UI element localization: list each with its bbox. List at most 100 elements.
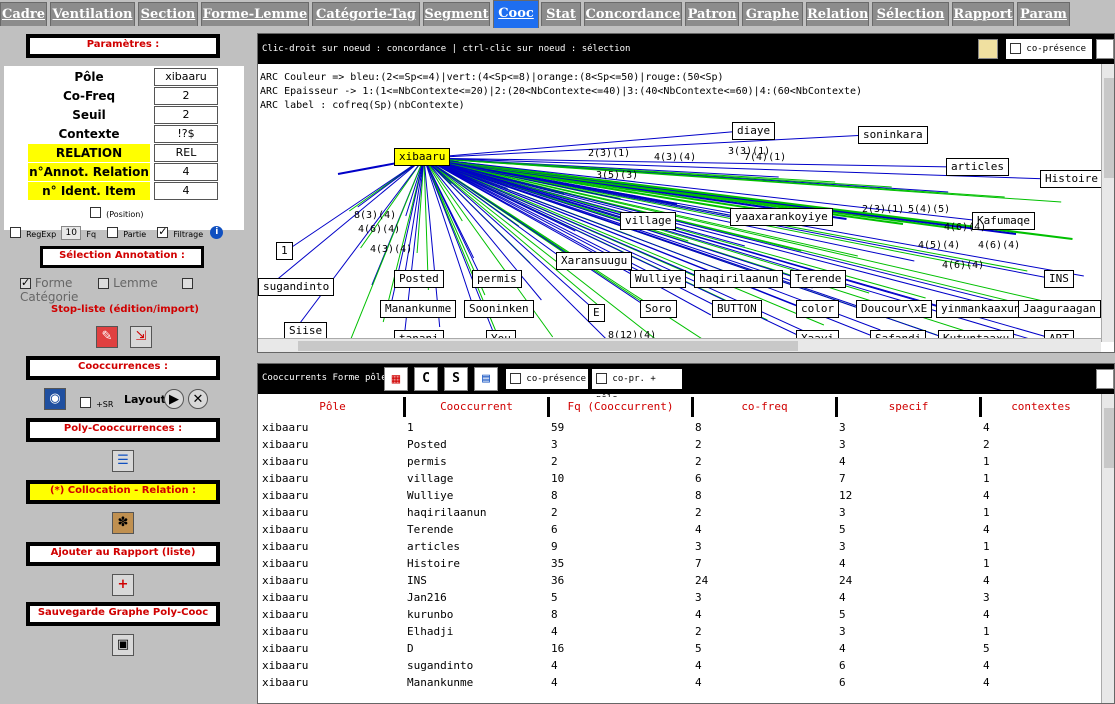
graph-options-icon[interactable] <box>1096 39 1114 59</box>
tab-param[interactable]: Param <box>1017 2 1070 26</box>
categorie-checkbox[interactable] <box>181 278 193 289</box>
cooc-run-icon[interactable]: ◉ <box>44 388 66 410</box>
graph-node[interactable]: yinmankaaxun <box>936 300 1026 318</box>
graph-node[interactable]: BUTTON <box>712 300 762 318</box>
table-c-icon[interactable]: C <box>414 367 438 391</box>
lemme-checkbox[interactable] <box>98 278 110 289</box>
sr-checkbox[interactable] <box>80 397 91 408</box>
tab-concordance[interactable]: Concordance <box>584 2 682 26</box>
layout-stop-icon[interactable]: ✕ <box>188 389 208 409</box>
poly-cooc-icon[interactable]: ☰ <box>112 450 134 472</box>
table-row[interactable]: xibaaru Wulliye 8 8 12 4 <box>262 487 1100 504</box>
graph-vscroll[interactable] <box>1101 64 1114 342</box>
graph-node[interactable]: Terende <box>790 270 847 288</box>
layout-play-icon[interactable]: ▶ <box>164 389 184 409</box>
table-row[interactable]: xibaaru Elhadji 4 2 3 1 <box>262 623 1100 640</box>
graph-node[interactable]: Soro <box>640 300 677 318</box>
graph-node[interactable]: yaaxarankoyiye <box>730 208 833 226</box>
param-value-input[interactable]: xibaaru <box>154 68 218 86</box>
position-option[interactable]: (Position) <box>90 202 143 221</box>
graph-vscroll-thumb[interactable] <box>1104 78 1114 178</box>
table-row[interactable]: xibaaru D 16 5 4 5 <box>262 640 1100 657</box>
graph-node[interactable]: permis <box>472 270 522 288</box>
fq-input[interactable]: 10 <box>61 225 82 240</box>
graph-hscroll[interactable] <box>258 338 1101 352</box>
column-header[interactable]: Fq (Cooccurrent) <box>547 397 691 417</box>
tab-forme-lemme[interactable]: Forme-Lemme <box>201 2 309 26</box>
param-value-input[interactable]: 2 <box>154 106 218 124</box>
graph-node[interactable]: haqirilaanun <box>694 270 784 288</box>
forme-checkbox[interactable] <box>20 276 31 289</box>
partie-checkbox[interactable] <box>107 227 119 238</box>
stoplist-import-icon[interactable]: ⇲ <box>130 326 152 348</box>
graph-node[interactable]: diaye <box>732 122 776 140</box>
column-header[interactable]: co-freq <box>691 397 835 417</box>
panel-splitter[interactable] <box>257 355 1115 363</box>
tab-cadre[interactable]: Cadre <box>0 2 47 26</box>
tab-section[interactable]: Section <box>138 2 198 26</box>
graph-node[interactable]: Jaaguraagan <box>1018 300 1101 318</box>
table-row[interactable]: xibaaru Histoire 35 7 4 1 <box>262 555 1100 572</box>
collocation-icon[interactable]: ✽ <box>112 512 134 534</box>
table-vscroll[interactable] <box>1101 394 1114 703</box>
table-s-icon[interactable]: S <box>444 367 468 391</box>
table-row[interactable]: xibaaru Posted 3 2 3 2 <box>262 436 1100 453</box>
graph-node[interactable]: articles <box>946 158 1009 176</box>
param-value-input[interactable]: REL <box>154 144 218 162</box>
table-row[interactable]: xibaaru Jan216 5 3 4 3 <box>262 589 1100 606</box>
param-value-input[interactable]: 4 <box>154 163 218 181</box>
info-icon[interactable]: i <box>210 226 224 239</box>
grid-icon[interactable] <box>978 39 998 59</box>
param-value-input[interactable]: 4 <box>154 182 218 200</box>
table-export-icon[interactable] <box>1096 369 1114 389</box>
graph-node[interactable]: sugandinto <box>258 278 335 296</box>
tab-graphe[interactable]: Graphe <box>742 2 803 26</box>
tab-s-lection[interactable]: Sélection <box>872 2 949 26</box>
table-row[interactable]: xibaaru articles 9 3 3 1 <box>262 538 1100 555</box>
param-value-input[interactable]: 2 <box>154 87 218 105</box>
param-value-input[interactable]: !?$ <box>154 125 218 143</box>
graph-node[interactable]: Xaransuugu <box>556 252 633 270</box>
table-copresence-option[interactable]: co-présence <box>506 369 588 389</box>
column-header[interactable]: Pôle <box>262 397 403 417</box>
table-grid-icon[interactable]: ▤ <box>474 367 498 391</box>
add-report-icon[interactable]: + <box>112 574 134 596</box>
sr-option[interactable]: +SR <box>80 392 113 411</box>
graph-node[interactable]: village <box>620 212 677 230</box>
table-row[interactable]: xibaaru village 10 6 7 1 <box>262 470 1100 487</box>
tab-patron[interactable]: Patron <box>685 2 739 26</box>
tab-cooc[interactable]: Cooc <box>493 0 539 28</box>
graph-hscroll-thumb[interactable] <box>298 341 798 351</box>
graph-node[interactable]: Sooninken <box>464 300 534 318</box>
table-row[interactable]: xibaaru sugandinto 4 4 6 4 <box>262 657 1100 674</box>
table-vscroll-thumb[interactable] <box>1104 408 1114 468</box>
tab-cat-gorie-tag[interactable]: Catégorie-Tag <box>312 2 420 26</box>
graph-node[interactable]: 1 <box>276 242 293 260</box>
table-row[interactable]: xibaaru 1 59 8 3 4 <box>262 419 1100 436</box>
column-header[interactable]: contextes <box>979 397 1100 417</box>
table-row[interactable]: xibaaru Terende 6 4 5 4 <box>262 521 1100 538</box>
column-header[interactable]: specif <box>835 397 979 417</box>
save-graph-icon[interactable]: ▣ <box>112 634 134 656</box>
graph-pole-node[interactable]: xibaaru <box>394 148 451 166</box>
graph-node[interactable]: soninkara <box>858 126 928 144</box>
graph-node[interactable]: INS <box>1044 270 1074 288</box>
tab-relation[interactable]: Relation <box>806 2 869 26</box>
table-row[interactable]: xibaaru Manankunme 4 4 6 4 <box>262 674 1100 691</box>
graph-copresence-checkbox[interactable] <box>1010 43 1021 54</box>
graph-node[interactable]: Histoire <box>1040 170 1103 188</box>
table-row[interactable]: xibaaru haqirilaanun 2 2 3 1 <box>262 504 1100 521</box>
graph-node[interactable]: E <box>588 304 605 322</box>
graph-node[interactable]: Posted <box>394 270 444 288</box>
table-row[interactable]: xibaaru permis 2 2 4 1 <box>262 453 1100 470</box>
table-chart-icon[interactable]: ▦ <box>384 367 408 391</box>
stoplist-edit-icon[interactable]: ✎ <box>96 326 118 348</box>
tab-rapport[interactable]: Rapport <box>952 2 1014 26</box>
graph-node[interactable]: color <box>796 300 840 318</box>
column-header[interactable]: Cooccurrent <box>403 397 547 417</box>
tab-segment[interactable]: Segment <box>423 2 490 26</box>
regexp-checkbox[interactable] <box>10 227 21 238</box>
graph-node[interactable]: Wulliye <box>630 270 687 288</box>
copr-pole-option[interactable]: co-pr. + pôle <box>592 369 682 404</box>
table-row[interactable]: xibaaru kurunbo 8 4 5 4 <box>262 606 1100 623</box>
